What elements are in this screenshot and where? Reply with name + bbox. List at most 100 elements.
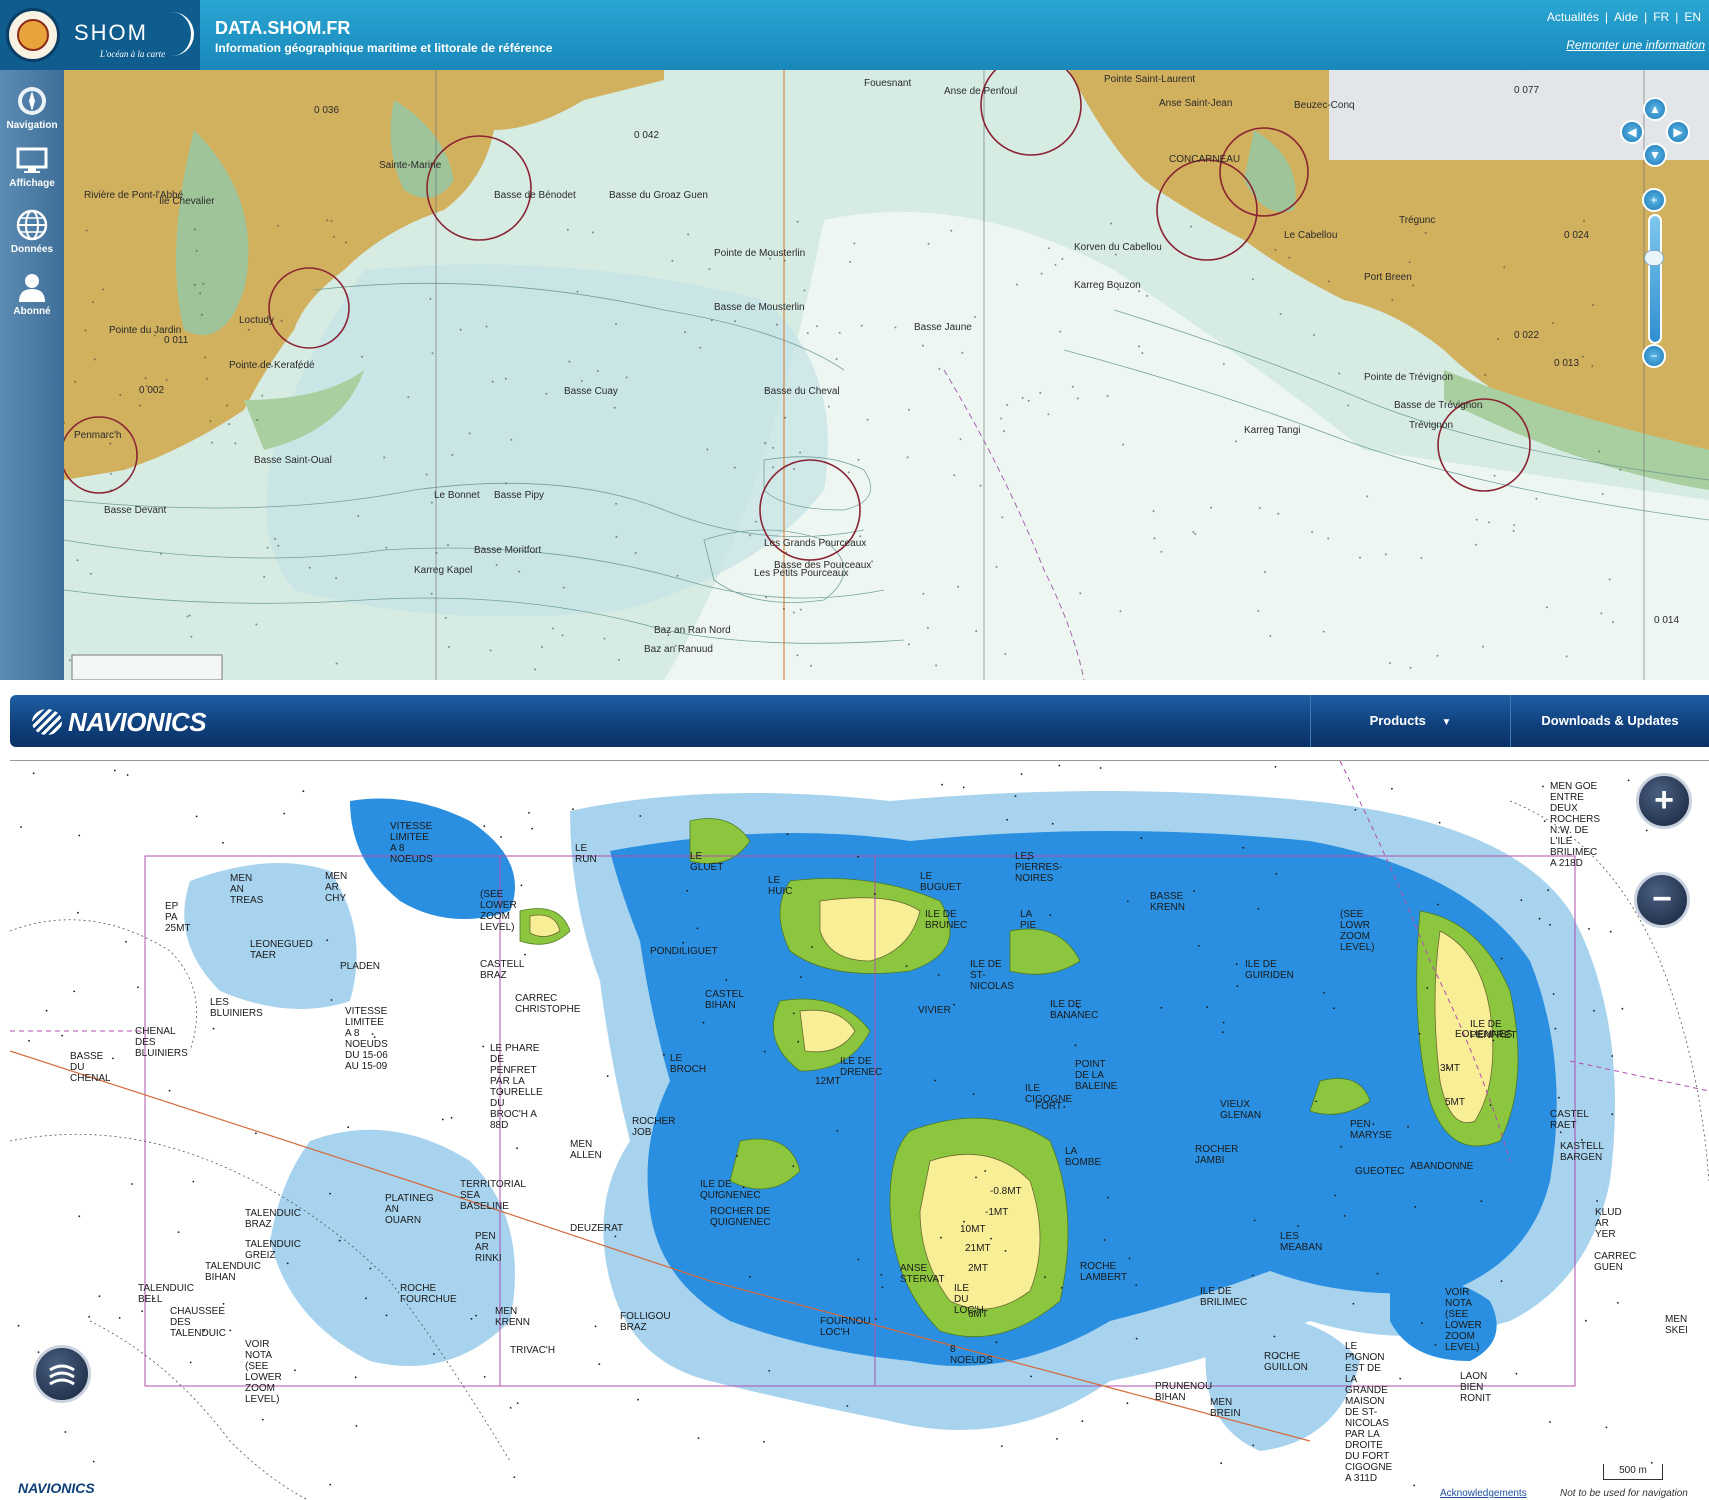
sounding-dot <box>793 611 795 614</box>
sounding-dot <box>663 1053 665 1056</box>
sounding-dot <box>784 416 787 419</box>
sounding-dot <box>144 377 147 380</box>
sidebar-item-navigation[interactable]: Navigation <box>0 80 64 138</box>
sounding-dot <box>764 442 767 445</box>
sounding-dot <box>1126 900 1129 903</box>
chart-feature-label: TALENDUIC BRAZ <box>245 1208 301 1230</box>
shom-logo[interactable]: SHOM L'océan à la carte <box>0 0 200 70</box>
navionics-chart[interactable]: ILES DE GLENANILES DE GLENANILE DE PENFR… <box>10 760 1709 1500</box>
sounding-dot <box>702 1021 705 1024</box>
sounding-dot <box>1480 1200 1483 1203</box>
sounding-dot <box>186 615 189 618</box>
chart-place-label: CONCARNEAU <box>1169 154 1241 165</box>
sounding-dot <box>1488 521 1491 524</box>
sounding-dot <box>470 1317 473 1320</box>
chart-feature-label: PONDILIGUET <box>650 946 718 957</box>
sounding-dot <box>1354 808 1357 811</box>
menu-products[interactable]: Products ▼ <box>1310 695 1510 747</box>
chart-feature-label: VIVIER <box>918 1005 951 1016</box>
sounding-dot <box>846 1405 849 1407</box>
sounding-dot <box>786 833 789 836</box>
chart-place-label: Penmarc'h <box>74 430 122 441</box>
sidebar-item-abonne[interactable]: Abonné <box>0 266 64 324</box>
sounding-dot <box>1343 1215 1346 1217</box>
link-en[interactable]: EN <box>1684 10 1701 24</box>
chart-feature-label: PLATINEG AN OUARN <box>385 1193 434 1226</box>
sounding-dot <box>266 546 269 549</box>
chart-feature-label: LES PIERRES-NOIRES <box>1015 851 1063 884</box>
menu-downloads[interactable]: Downloads & Updates <box>1510 695 1709 747</box>
link-aide[interactable]: Aide <box>1614 10 1638 24</box>
sounding-dot <box>1081 1420 1084 1423</box>
pan-down-button[interactable]: ▼ <box>1643 143 1667 167</box>
sonar-layer-button[interactable] <box>33 1345 91 1403</box>
acknowledgements-link[interactable]: Acknowledgements <box>1440 1488 1527 1499</box>
sounding-dot <box>768 1370 771 1372</box>
chart-place-label: Basse de Bénodet <box>494 190 576 201</box>
sounding-dot <box>1559 1131 1562 1134</box>
report-info-link[interactable]: Remonter une information <box>1566 38 1705 52</box>
chart-place-label: Karreg Bouzon <box>1074 280 1141 291</box>
chart-feature-label: PEN MARYSE <box>1350 1119 1393 1141</box>
link-actualites[interactable]: Actualités <box>1547 10 1599 24</box>
zoom-in-button[interactable]: + <box>1636 773 1692 829</box>
chart-feature-label: ROCHER DE QUIGNENEC <box>710 1206 771 1228</box>
zoom-out-button[interactable]: − <box>1634 872 1690 928</box>
chart-feature-label: ROCHE GUILLON <box>1264 1351 1308 1373</box>
sounding-dot <box>193 283 196 286</box>
sounding-dot <box>634 552 637 554</box>
chart-feature-label: ILE DE QUIGNENEC <box>700 1179 761 1201</box>
shom-nautical-chart[interactable]: Fouesnant Anse de Penfoul Pointe Saint-Lau… <box>64 70 1709 680</box>
sounding-dot <box>222 1302 225 1305</box>
separator: | <box>1644 10 1648 24</box>
sounding-dot <box>1391 299 1394 302</box>
sounding-dot <box>799 451 802 454</box>
sounding-dot <box>580 379 583 382</box>
sounding-dot <box>594 1325 597 1328</box>
pan-left-button[interactable]: ◀ <box>1620 120 1644 144</box>
navionics-logo[interactable]: NAVIONICS <box>32 707 232 737</box>
sounding-dot <box>1076 397 1079 400</box>
sounding-dot <box>598 1363 601 1365</box>
sounding-dot <box>708 268 711 271</box>
sidebar-item-affichage[interactable]: Affichage <box>0 142 64 200</box>
zoom-in-button[interactable]: + <box>1642 188 1666 212</box>
sidebar-item-donnees[interactable]: Données <box>0 204 64 262</box>
sounding-dot <box>1058 764 1061 767</box>
sidebar-label: Affichage <box>9 178 55 189</box>
sounding-dot <box>874 1318 877 1320</box>
sounding-dot <box>1549 923 1551 926</box>
sounding-dot <box>64 1431 67 1433</box>
chart-place-label: Baz an Ranuud <box>644 644 713 655</box>
sounding-dot <box>165 379 168 381</box>
sounding-dot <box>637 1398 639 1401</box>
sounding-dot <box>211 441 214 444</box>
sounding-dot <box>797 1040 800 1043</box>
sounding-dot <box>77 911 79 914</box>
chart-place-label: Pointe Saint-Laurent <box>1104 74 1196 85</box>
sounding-dot <box>247 328 250 331</box>
sounding-dot <box>1000 417 1003 420</box>
sounding-dot <box>835 358 838 360</box>
chart-feature-label: ABANDONNE <box>1410 1161 1474 1172</box>
pan-up-button[interactable]: ▲ <box>1643 97 1667 121</box>
chart-feature-label: LA PIE <box>1020 909 1037 931</box>
chart-feature-label: (SEE LOWER ZOOM LEVEL) <box>480 889 517 933</box>
zoom-out-button[interactable]: − <box>1642 344 1666 368</box>
sounding-dot <box>195 249 198 252</box>
zoom-slider[interactable]: + − <box>1642 188 1666 368</box>
sounding-dot <box>505 482 508 485</box>
sounding-dot <box>1000 1445 1003 1447</box>
chart-feature-label: LE PHARE DE PENFRET PAR LA TOURELLE DU B… <box>490 1043 543 1131</box>
zoom-handle[interactable] <box>1644 250 1664 266</box>
pan-right-button[interactable]: ▶ <box>1666 120 1690 144</box>
sounding-dot <box>1153 537 1156 540</box>
sounding-dot <box>98 1295 101 1298</box>
sounding-dot <box>926 626 929 629</box>
zoom-track[interactable] <box>1648 214 1662 344</box>
sounding-dot <box>853 242 856 245</box>
chart-feature-label: ILE DE GUIRIDEN <box>1245 959 1294 981</box>
link-fr[interactable]: FR <box>1653 10 1669 24</box>
sounding-dot <box>961 351 964 354</box>
sounding-dot <box>1106 395 1109 398</box>
